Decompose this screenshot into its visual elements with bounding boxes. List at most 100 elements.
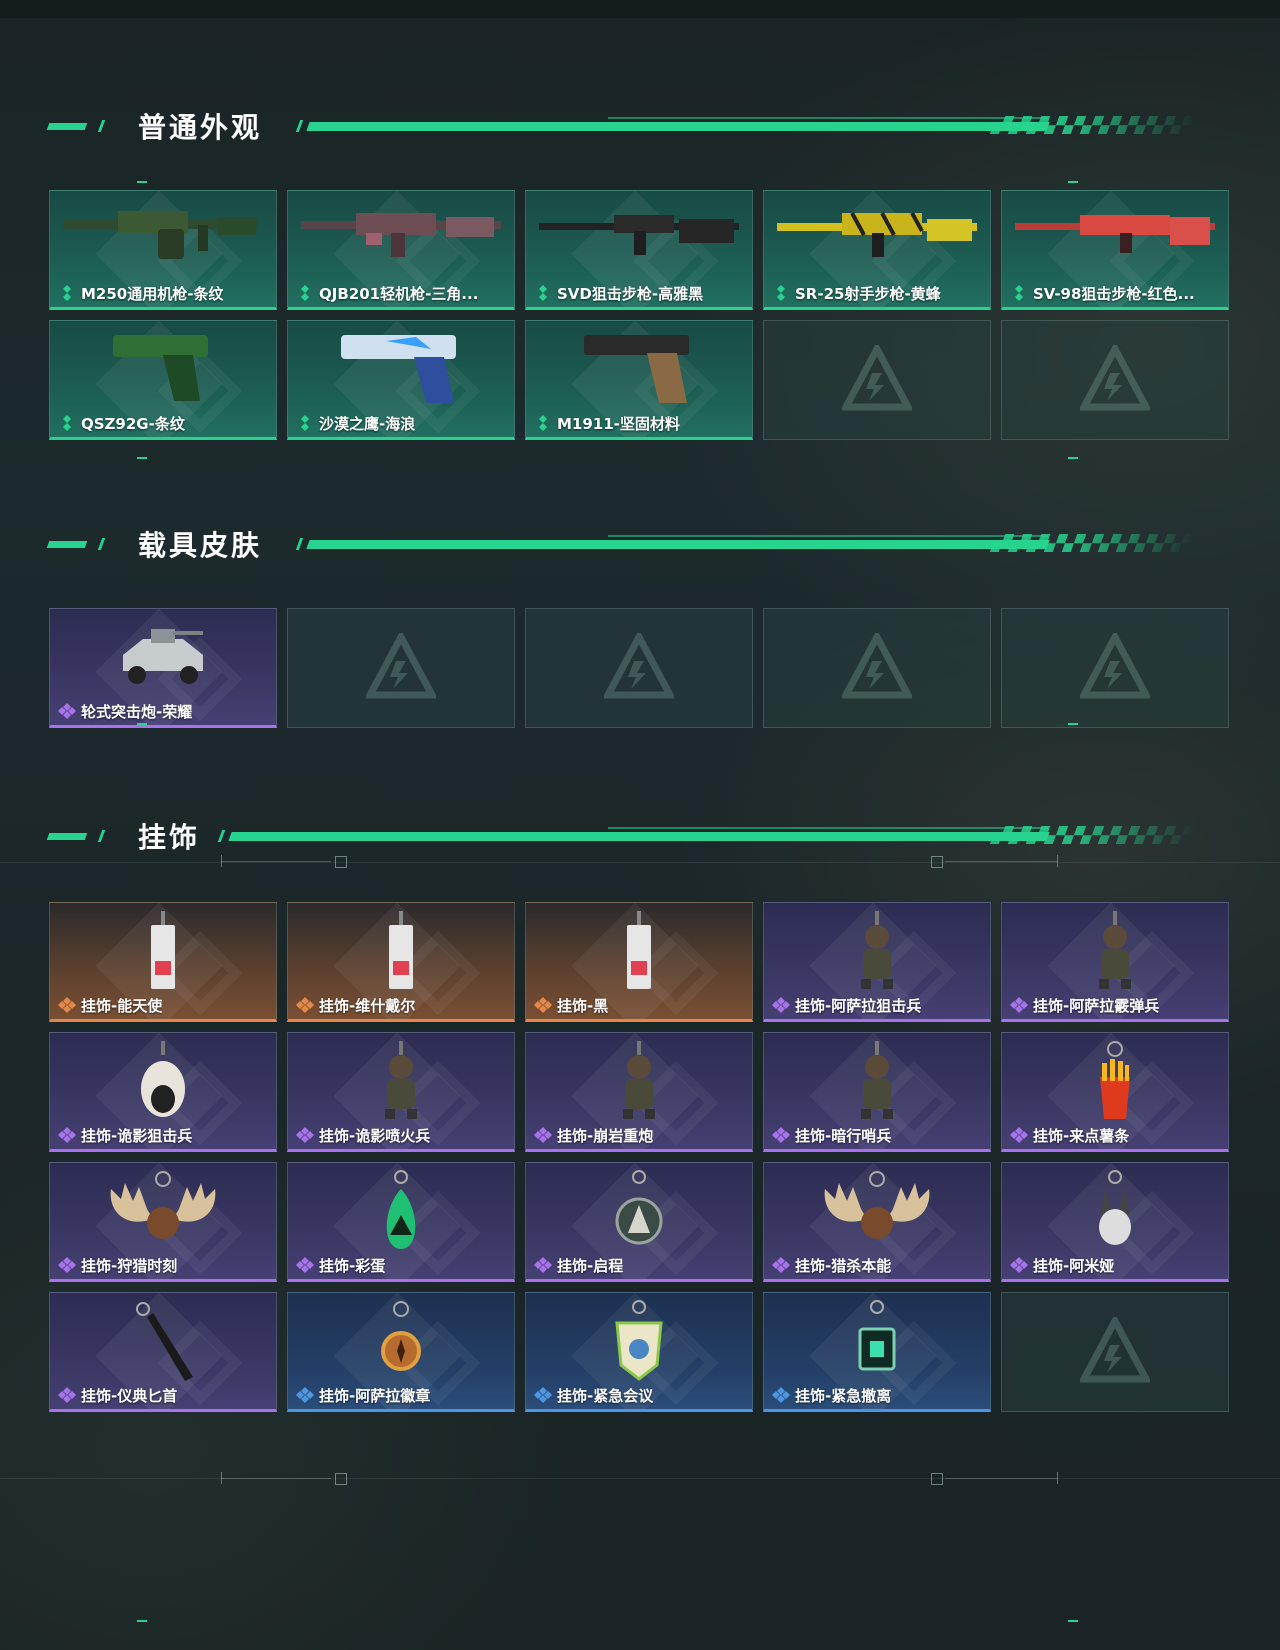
item-label-row: 挂饰-彩蛋: [296, 1255, 508, 1275]
rarity-gem-icon: [1010, 284, 1028, 302]
item-card[interactable]: SR-25射手步枪-黄蜂: [763, 190, 991, 310]
rarity-gem-icon: [1010, 1126, 1028, 1144]
corner-mark: [1068, 457, 1078, 459]
item-card[interactable]: 挂饰-仪典匕首: [49, 1292, 277, 1412]
card-charm-icon: [619, 909, 659, 999]
hud-square: [931, 856, 943, 868]
item-name: SR-25射手步枪-黄蜂: [795, 284, 941, 303]
figure-charm-icon: [1085, 909, 1145, 999]
item-card[interactable]: 沙漠之鹰-海浪: [287, 320, 515, 440]
item-name: 挂饰-紧急撤离: [795, 1386, 892, 1405]
item-label-row: QJB201轻机枪-三角...: [296, 283, 508, 303]
rarity-gem-icon: [534, 1126, 552, 1144]
item-card[interactable]: M1911-坚固材料: [525, 320, 753, 440]
rarity-gem-icon: [1010, 1256, 1028, 1274]
item-card[interactable]: 挂饰-暗行哨兵: [763, 1032, 991, 1152]
marksman-rifle-icon: [772, 197, 982, 271]
rarity-gem-icon: [296, 1386, 314, 1404]
fries-charm-icon: [1090, 1039, 1140, 1129]
hud-line: [945, 1478, 1057, 1479]
rarity-gem-icon: [296, 414, 314, 432]
item-card[interactable]: 轮式突击炮-荣耀: [49, 608, 277, 728]
item-label-row: 挂饰-启程: [534, 1255, 746, 1275]
item-card[interactable]: 挂饰-阿萨拉霰弹兵: [1001, 902, 1229, 1022]
item-name: SVD狙击步枪-高雅黑: [557, 284, 704, 303]
bolt-rifle-icon: [1010, 197, 1220, 271]
rarity-gem-icon: [772, 1126, 790, 1144]
item-card[interactable]: 挂饰-阿米娅: [1001, 1162, 1229, 1282]
item-name: 挂饰-阿米娅: [1033, 1256, 1115, 1275]
header-checker: [989, 826, 1197, 844]
card-charm-icon: [381, 909, 421, 999]
item-name: 挂饰-紧急会议: [557, 1386, 654, 1405]
item-card[interactable]: 挂饰-狩猎时刻: [49, 1162, 277, 1282]
section-header-vehicle: 载具皮肤: [46, 526, 1200, 566]
corner-mark: [1068, 181, 1078, 183]
rarity-gem-icon: [296, 1256, 314, 1274]
bird-charm-icon: [133, 1039, 193, 1129]
item-label-row: 挂饰-狩猎时刻: [58, 1255, 270, 1275]
item-card[interactable]: 挂饰-黑: [525, 902, 753, 1022]
item-card[interactable]: 挂饰-猎杀本能: [763, 1162, 991, 1282]
item-name: 挂饰-诡影喷火兵: [319, 1126, 431, 1145]
item-name: M250通用机枪-条纹: [81, 284, 224, 303]
egg-charm-icon: [376, 1169, 426, 1259]
rarity-gem-icon: [58, 1256, 76, 1274]
item-name: QSZ92G-条纹: [81, 414, 185, 433]
header-thin-line: [608, 535, 1048, 537]
empty-slot: [763, 320, 991, 440]
hud-line: [221, 1478, 331, 1479]
empty-slot-logo-icon: [1078, 629, 1152, 703]
item-card[interactable]: M250通用机枪-条纹: [49, 190, 277, 310]
item-label-row: 挂饰-阿萨拉徽章: [296, 1385, 508, 1405]
item-card[interactable]: 挂饰-维什戴尔: [287, 902, 515, 1022]
item-label-row: 挂饰-紧急撤离: [772, 1385, 984, 1405]
header-dash: [46, 833, 88, 840]
charm-grid: 挂饰-能天使 挂饰-维什戴尔 挂饰-黑 挂饰-阿萨拉狙击兵 挂饰-阿萨拉霰弹兵挂饰-诡影…: [49, 902, 1229, 1412]
item-card[interactable]: SVD狙击步枪-高雅黑: [525, 190, 753, 310]
item-card[interactable]: 挂饰-启程: [525, 1162, 753, 1282]
item-name: 挂饰-黑: [557, 996, 609, 1015]
machine-gun-icon: [58, 197, 268, 271]
figure-charm-icon: [609, 1039, 669, 1129]
item-label-row: 挂饰-崩岩重炮: [534, 1125, 746, 1145]
item-card[interactable]: QJB201轻机枪-三角...: [287, 190, 515, 310]
item-card[interactable]: 挂饰-紧急撤离: [763, 1292, 991, 1412]
corner-mark: [1068, 723, 1078, 725]
item-label-row: 轮式突击炮-荣耀: [58, 701, 270, 721]
item-name: 挂饰-狩猎时刻: [81, 1256, 178, 1275]
empty-slot: [1001, 1292, 1229, 1412]
item-card[interactable]: 挂饰-诡影喷火兵: [287, 1032, 515, 1152]
rarity-gem-icon: [534, 414, 552, 432]
hud-tick: [1057, 855, 1058, 867]
item-name: 挂饰-诡影狙击兵: [81, 1126, 193, 1145]
header-dash: [46, 541, 88, 548]
item-card[interactable]: 挂饰-诡影狙击兵: [49, 1032, 277, 1152]
item-card[interactable]: 挂饰-彩蛋: [287, 1162, 515, 1282]
rarity-gem-icon: [772, 996, 790, 1014]
armored-vehicle-icon: [113, 615, 213, 699]
item-card[interactable]: 挂饰-阿萨拉狙击兵: [763, 902, 991, 1022]
item-card[interactable]: QSZ92G-条纹: [49, 320, 277, 440]
rarity-gem-icon: [58, 1386, 76, 1404]
item-card[interactable]: 挂饰-崩岩重炮: [525, 1032, 753, 1152]
top-band: [0, 0, 1280, 18]
item-label-row: M250通用机枪-条纹: [58, 283, 270, 303]
empty-slot: [1001, 320, 1229, 440]
header-tick: [295, 120, 304, 132]
item-card[interactable]: SV-98狙击步枪-红色...: [1001, 190, 1229, 310]
dagger-charm-icon: [123, 1299, 203, 1389]
item-label-row: SR-25射手步枪-黄蜂: [772, 283, 984, 303]
item-label-row: 挂饰-猎杀本能: [772, 1255, 984, 1275]
item-card[interactable]: 挂饰-紧急会议: [525, 1292, 753, 1412]
item-label-row: 挂饰-仪典匕首: [58, 1385, 270, 1405]
item-card[interactable]: 挂饰-来点薯条: [1001, 1032, 1229, 1152]
hud-square: [931, 1473, 943, 1485]
item-name: 挂饰-崩岩重炮: [557, 1126, 654, 1145]
figure-charm-icon: [371, 1039, 431, 1129]
item-card[interactable]: 挂饰-能天使: [49, 902, 277, 1022]
sniper-rifle-icon: [534, 197, 744, 271]
item-card[interactable]: 挂饰-阿萨拉徽章: [287, 1292, 515, 1412]
bunny-charm-icon: [1085, 1169, 1145, 1259]
rarity-gem-icon: [534, 1386, 552, 1404]
